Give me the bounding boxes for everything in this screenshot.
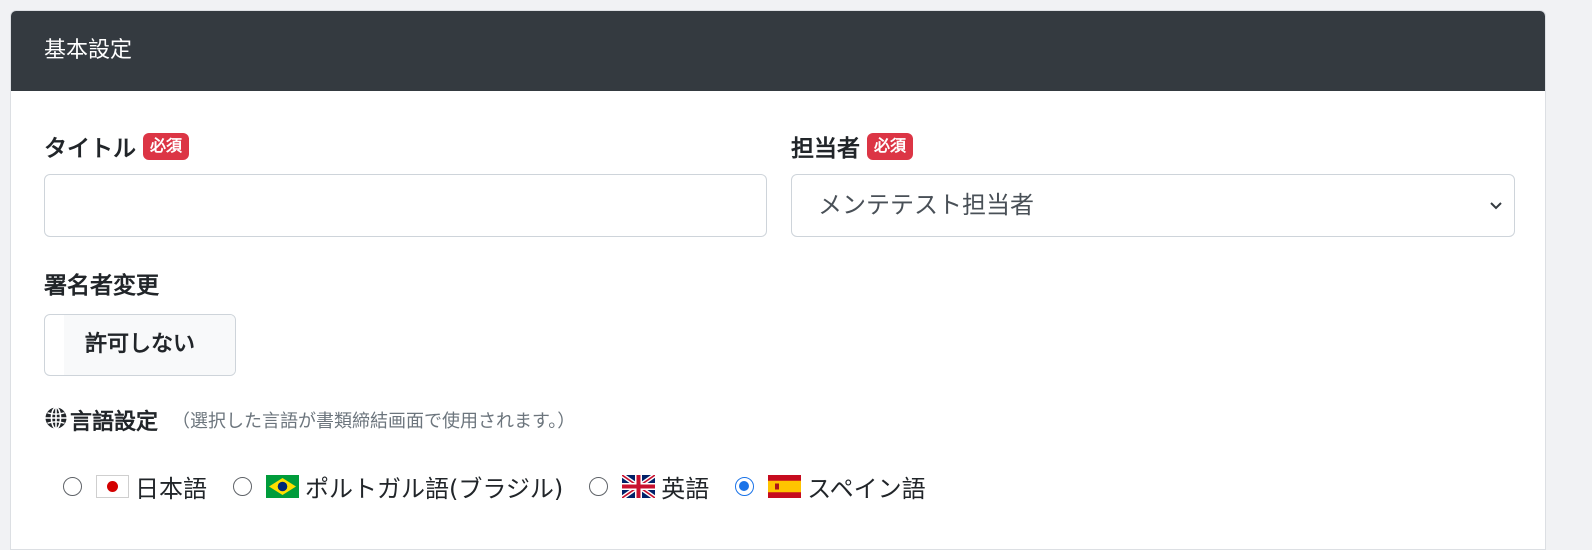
- required-badge: 必須: [143, 132, 190, 160]
- radio-english[interactable]: [589, 476, 609, 496]
- flag-spain-icon: [768, 474, 802, 498]
- assignee-label-text: 担当者: [791, 136, 860, 162]
- flag-japan-icon: [96, 474, 129, 498]
- signer-change-label: 署名者変更: [44, 273, 159, 299]
- title-label-text: タイトル: [44, 136, 136, 162]
- radio-portuguese-brazil[interactable]: [233, 476, 252, 496]
- language-settings-note: （選択した言語が書類締結画面で使用されます。）: [172, 411, 576, 432]
- radio-japanese[interactable]: [63, 476, 82, 496]
- assignee-label: 担当者 必須: [791, 129, 914, 163]
- language-radio-group: 日本語 ポルトガル語(ブラジル) 英語 スペイン語: [63, 466, 952, 506]
- assignee-selected-value: メンテテスト担当者: [818, 191, 1034, 219]
- signer-change-toggle[interactable]: 許可しない: [44, 314, 236, 376]
- language-option-spanish[interactable]: スペイン語: [735, 469, 926, 504]
- language-settings-label: 言語設定 （選択した言語が書類締結画面で使用されます。）: [44, 404, 575, 436]
- card-header: 基本設定: [11, 11, 1545, 91]
- basic-settings-card: 基本設定 タイトル 必須 担当者 必須 メンテテスト担当者 署名者変更 許可しな…: [10, 10, 1546, 550]
- title-input[interactable]: [44, 174, 767, 237]
- title-label: タイトル 必須: [44, 129, 190, 163]
- language-label: ポルトガル語(ブラジル): [305, 474, 564, 503]
- language-option-portuguese-brazil[interactable]: ポルトガル語(ブラジル): [233, 469, 563, 504]
- globe-icon: [44, 406, 68, 434]
- language-option-japanese[interactable]: 日本語: [63, 469, 207, 504]
- radio-spanish[interactable]: [735, 476, 755, 496]
- language-label: 日本語: [135, 474, 207, 503]
- language-label: 英語: [661, 474, 710, 503]
- flag-uk-icon: [620, 472, 657, 500]
- chevron-down-icon: [1488, 175, 1504, 236]
- language-option-english[interactable]: 英語: [589, 469, 709, 504]
- language-label: スペイン語: [807, 474, 926, 503]
- required-badge: 必須: [867, 132, 914, 160]
- flag-brazil-icon: [266, 474, 299, 498]
- assignee-select[interactable]: メンテテスト担当者: [791, 174, 1515, 237]
- language-settings-title: 言語設定: [70, 410, 159, 435]
- signer-change-button-label: 許可しない: [64, 315, 235, 375]
